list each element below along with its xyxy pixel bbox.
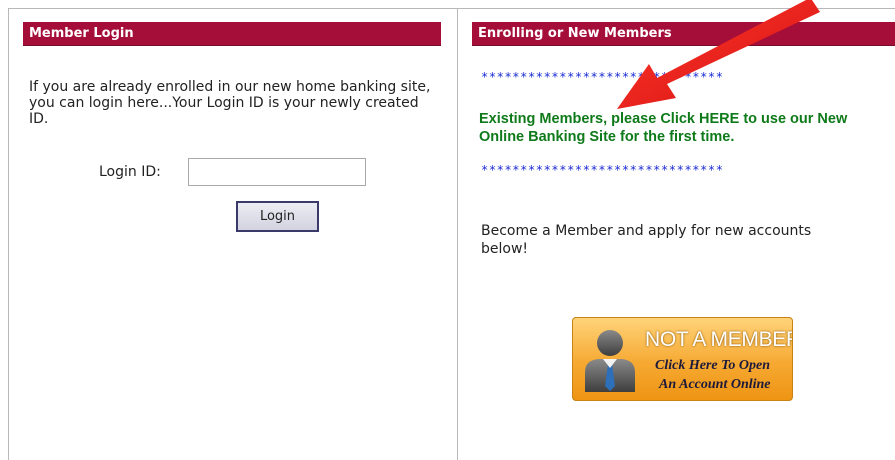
login-id-input[interactable] <box>188 158 366 186</box>
stars-divider-bottom: ******************************* <box>481 163 724 177</box>
stars-divider-top: ******************************* <box>481 70 724 84</box>
login-id-label: Login ID: <box>99 164 161 180</box>
person-silhouette-icon <box>585 330 635 392</box>
login-button[interactable]: Login <box>236 201 319 232</box>
become-member-text: Become a Member and apply for new accoun… <box>481 223 812 257</box>
not-a-member-title: NOT A MEMBER? <box>645 328 792 351</box>
not-a-member-line1: Click Here To Open <box>655 358 770 373</box>
enrolling-header: Enrolling or New Members <box>472 22 895 46</box>
top-border <box>8 8 895 9</box>
not-a-member-button[interactable]: NOT A MEMBER? Click Here To Open An Acco… <box>572 317 793 401</box>
panel-divider <box>457 8 458 460</box>
existing-members-link[interactable]: Existing Members, please Click HERE to u… <box>479 110 889 146</box>
login-intro-text: If you are already enrolled in our new h… <box>29 79 431 127</box>
member-login-header: Member Login <box>23 22 441 46</box>
not-a-member-line2: An Account Online <box>659 377 771 392</box>
page: Member Login If you are already enrolled… <box>0 0 895 460</box>
left-border <box>8 8 9 460</box>
